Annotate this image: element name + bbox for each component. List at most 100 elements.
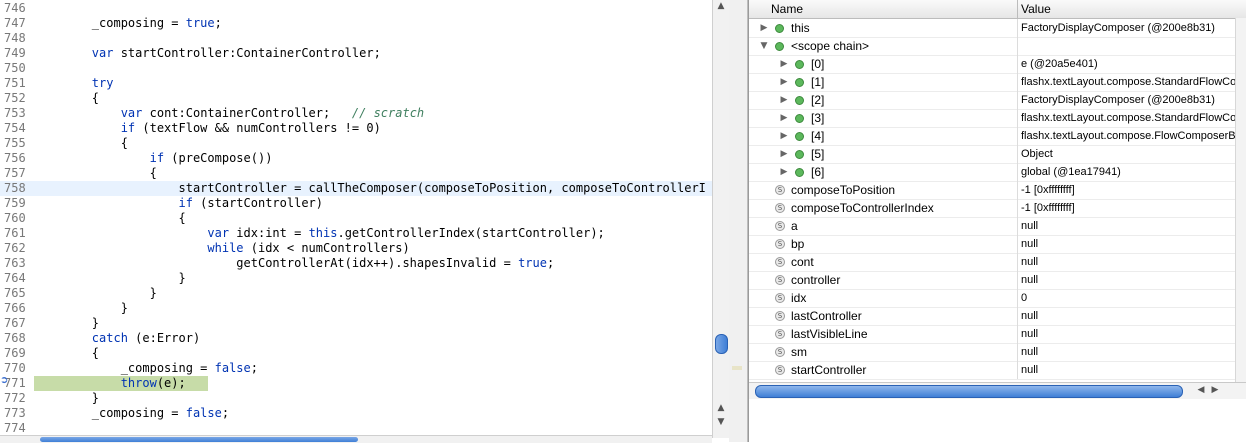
code-line[interactable]: 766 } (0, 301, 712, 316)
code-line[interactable]: 772 } (0, 391, 712, 406)
variable-row[interactable]: Scontroller null (749, 271, 1235, 290)
code-token: { (34, 91, 100, 105)
code-line[interactable]: 774 (0, 421, 712, 436)
code-line[interactable]: 770 _composing = false; (0, 361, 712, 376)
line-number: 746 (4, 1, 26, 15)
code-token: ; (546, 256, 555, 270)
editor-horizontal-scroll-thumb[interactable] (40, 437, 358, 442)
public-variable-icon (795, 78, 804, 87)
code-line[interactable]: 771 throw(e); (0, 376, 712, 391)
variable-row[interactable]: SstartController null (749, 361, 1235, 380)
variable-row[interactable]: ▶ [0] e (@20a5e401) (749, 55, 1235, 74)
expand-triangle-icon[interactable]: ▶ (779, 55, 789, 73)
code-line[interactable]: 762 while (idx < numControllers) (0, 241, 712, 256)
code-token: (preCompose()) (164, 151, 273, 165)
variable-row[interactable]: Sbp null (749, 235, 1235, 254)
variable-row[interactable]: Scont null (749, 253, 1235, 272)
pane-splitter[interactable] (729, 0, 748, 442)
code-line[interactable]: 769 { (0, 346, 712, 361)
column-divider (1017, 199, 1018, 217)
variable-name: controller (791, 273, 841, 287)
keyword-token: throw (120, 376, 157, 390)
code-line[interactable]: 752 { (0, 91, 712, 106)
variable-row[interactable]: ▶ [1] flashx.textLayout.compose.StandardFl… (749, 73, 1235, 92)
scroll-left-arrow-icon[interactable]: ◀ (1195, 384, 1207, 397)
code-token: ; (221, 406, 230, 420)
comment-token: // scratch (351, 106, 425, 120)
expand-triangle-icon[interactable]: ▶ (779, 91, 789, 109)
variable-detail-pane[interactable] (749, 399, 1246, 442)
code-line[interactable]: 749 var startController:ContainerControl… (0, 46, 712, 61)
column-divider (1017, 217, 1018, 235)
public-variable-icon (775, 24, 784, 33)
variables-horizontal-scroll-thumb[interactable] (755, 385, 1183, 398)
code-line[interactable]: 753 var cont:ContainerController; // scr… (0, 106, 712, 121)
code-line[interactable]: 765 } (0, 286, 712, 301)
variable-row[interactable]: Sidx 0 (749, 289, 1235, 308)
code-line[interactable]: 768 catch (e:Error) (0, 331, 712, 346)
scroll-down-arrow-icon[interactable]: ▼ (713, 416, 729, 428)
expand-triangle-icon[interactable]: ▶ (779, 127, 789, 145)
code-line[interactable]: 758 startController = callTheComposer(co… (0, 181, 712, 196)
public-variable-icon (795, 60, 804, 69)
code-text: } (34, 391, 99, 406)
code-line[interactable]: 747 _composing = true; (0, 16, 712, 31)
variable-row[interactable]: ▶ this FactoryDisplayComposer (@200e8b31) (749, 19, 1235, 38)
variable-row[interactable]: ScomposeToPosition -1 [0xffffffff] (749, 181, 1235, 200)
code-line[interactable]: 764 } (0, 271, 712, 286)
variable-row[interactable]: SlastController null (749, 307, 1235, 326)
name-column-header[interactable]: Name (771, 0, 803, 18)
public-variable-icon (775, 42, 784, 51)
scroll-right-arrow-icon[interactable]: ▶ (1209, 384, 1221, 397)
variables-horizontal-scrollbar[interactable]: ◀ ▶ (749, 382, 1246, 400)
code-line[interactable]: 754 if (textFlow && numControllers != 0) (0, 121, 712, 136)
variables-vertical-scrollbar[interactable] (1235, 18, 1246, 384)
code-text: } (34, 286, 157, 301)
variable-row[interactable]: Sa null (749, 217, 1235, 236)
expand-triangle-icon[interactable]: ▶ (779, 73, 789, 91)
editor-vertical-scroll-thumb[interactable] (715, 334, 728, 354)
variable-row[interactable]: ▶ [5] Object (749, 145, 1235, 164)
line-number: 756 (4, 151, 26, 165)
expand-triangle-icon[interactable]: ▶ (779, 163, 789, 181)
code-text: { (34, 136, 128, 151)
scroll-up-arrow-icon[interactable]: ▲ (713, 402, 729, 414)
code-line[interactable]: 748 (0, 31, 712, 46)
column-divider (1017, 91, 1018, 109)
variable-row[interactable]: ▶ [4] flashx.textLayout.compose.FlowCompos… (749, 127, 1235, 146)
expand-triangle-icon[interactable]: ▶ (779, 109, 789, 127)
variable-row[interactable]: ScomposeToControllerIndex -1 [0xffffffff] (749, 199, 1235, 218)
variable-row[interactable]: ▶ [3] flashx.textLayout.compose.StandardFl… (749, 109, 1235, 128)
variable-value: global (@1ea17941) (1021, 166, 1121, 178)
code-line[interactable]: 756 if (preCompose()) (0, 151, 712, 166)
column-divider[interactable] (1017, 0, 1018, 18)
code-line[interactable]: 759 if (startController) (0, 196, 712, 211)
variable-name: [1] (811, 75, 825, 89)
variable-row[interactable]: ▶ [2] FactoryDisplayComposer (@200e8b31) (749, 91, 1235, 110)
code-line[interactable]: 751 try (0, 76, 712, 91)
code-line[interactable]: 746 (0, 1, 712, 16)
value-column-header[interactable]: Value (1021, 0, 1051, 18)
expand-triangle-icon[interactable]: ▶ (759, 19, 769, 37)
variable-row[interactable]: Ssm null (749, 343, 1235, 362)
code-text: { (34, 166, 157, 181)
variable-row[interactable]: SlastVisibleLine null (749, 325, 1235, 344)
code-line[interactable]: 763 getControllerAt(idx++).shapesInvalid… (0, 256, 712, 271)
code-editor[interactable]: 746 747 _composing = true; 748 749 var star… (0, 0, 712, 442)
code-line[interactable]: 773 _composing = false; (0, 406, 712, 421)
code-line[interactable]: 757 { (0, 166, 712, 181)
collapse-triangle-icon[interactable]: ▼ (759, 37, 769, 55)
variable-row[interactable]: ▼ <scope chain> (749, 37, 1235, 56)
scroll-up-arrow-icon[interactable]: ▲ (713, 0, 729, 12)
editor-vertical-scrollbar[interactable]: ▲ ▲ ▼ (712, 0, 729, 438)
code-line[interactable]: 760 { (0, 211, 712, 226)
code-line[interactable]: 767 } (0, 316, 712, 331)
code-line[interactable]: 755 { (0, 136, 712, 151)
variable-row[interactable]: ▶ [6] global (@1ea17941) (749, 163, 1235, 182)
code-line[interactable]: 750 (0, 61, 712, 76)
line-number: 752 (4, 91, 26, 105)
code-line[interactable]: 761 var idx:int = this.getControllerInde… (0, 226, 712, 241)
line-number: 769 (4, 346, 26, 360)
expand-triangle-icon[interactable]: ▶ (779, 145, 789, 163)
